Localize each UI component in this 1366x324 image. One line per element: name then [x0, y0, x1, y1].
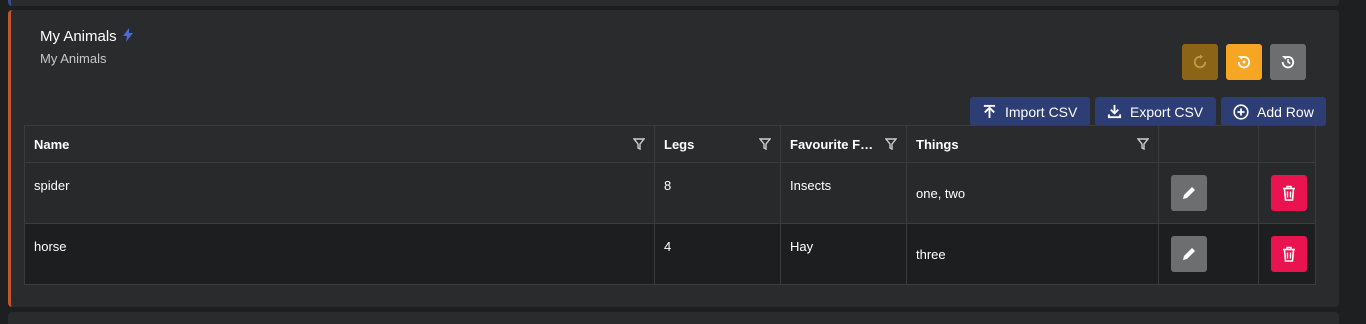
cell-name: horse	[24, 223, 655, 285]
card-title-text: My Animals	[40, 28, 117, 45]
pencil-icon	[1183, 187, 1195, 199]
filter-icon[interactable]	[633, 138, 645, 150]
reset-icon	[1237, 56, 1251, 69]
cell-text: three	[916, 247, 946, 262]
edit-button[interactable]	[1171, 236, 1207, 272]
column-header-things[interactable]: Things	[906, 125, 1159, 163]
cell-legs: 4	[654, 223, 781, 285]
cell-text: horse	[34, 239, 67, 254]
add-row-label: Add Row	[1257, 103, 1314, 120]
table-row: horse 4 Hay three	[24, 223, 1316, 285]
column-header-label: Favourite F…	[790, 136, 874, 152]
table-header-row: Name Legs Favourite F… Things	[24, 125, 1316, 163]
edit-button[interactable]	[1171, 175, 1207, 211]
trash-icon	[1283, 246, 1295, 262]
filter-icon[interactable]	[759, 138, 771, 150]
previous-card-edge	[8, 0, 1339, 6]
cell-things: three	[906, 223, 1159, 285]
column-header-label: Name	[34, 136, 70, 152]
upload-icon	[983, 104, 996, 119]
history-icon	[1281, 56, 1295, 69]
cell-text: 8	[664, 178, 672, 193]
animals-table: Name Legs Favourite F… Things spider 8 I…	[24, 125, 1316, 285]
card-title: My Animals	[40, 28, 133, 45]
cell-things: one, two	[906, 162, 1159, 224]
export-csv-button[interactable]: Export CSV	[1095, 97, 1216, 126]
cell-edit	[1158, 162, 1259, 224]
cell-delete	[1258, 223, 1316, 285]
bolt-icon	[122, 28, 133, 45]
column-header-favourite-food[interactable]: Favourite F…	[780, 125, 907, 163]
download-icon	[1107, 104, 1122, 119]
filter-icon[interactable]	[1137, 138, 1149, 150]
trash-icon	[1283, 185, 1295, 201]
cell-food: Insects	[780, 162, 907, 224]
import-csv-button[interactable]: Import CSV	[970, 97, 1090, 126]
reset-button[interactable]	[1226, 44, 1262, 80]
table-row: spider 8 Insects one, two	[24, 162, 1316, 224]
cell-name: spider	[24, 162, 655, 224]
column-header-delete	[1258, 125, 1316, 163]
column-header-label: Legs	[664, 136, 695, 152]
cell-text: Insects	[790, 178, 832, 193]
cell-text: one, two	[916, 186, 966, 201]
filter-icon[interactable]	[885, 138, 897, 150]
history-button[interactable]	[1270, 44, 1306, 80]
plus-circle-icon	[1233, 103, 1249, 120]
pencil-icon	[1183, 248, 1195, 260]
cell-text: spider	[34, 178, 70, 193]
card-subtitle: My Animals	[40, 51, 107, 66]
column-header-edit	[1158, 125, 1259, 163]
add-row-button[interactable]: Add Row	[1221, 97, 1326, 126]
next-card-edge	[8, 312, 1339, 324]
cell-text: 4	[664, 239, 672, 254]
cell-delete	[1258, 162, 1316, 224]
refresh-button[interactable]	[1182, 44, 1218, 80]
cell-food: Hay	[780, 223, 907, 285]
cell-edit	[1158, 223, 1259, 285]
cell-legs: 8	[654, 162, 781, 224]
import-csv-label: Import CSV	[1005, 103, 1078, 120]
cell-text: Hay	[790, 239, 814, 254]
column-header-name[interactable]: Name	[24, 125, 655, 163]
refresh-icon	[1193, 54, 1207, 69]
column-header-label: Things	[916, 136, 959, 152]
column-header-legs[interactable]: Legs	[654, 125, 781, 163]
export-csv-label: Export CSV	[1130, 103, 1204, 120]
delete-button[interactable]	[1271, 236, 1307, 272]
delete-button[interactable]	[1271, 175, 1307, 211]
